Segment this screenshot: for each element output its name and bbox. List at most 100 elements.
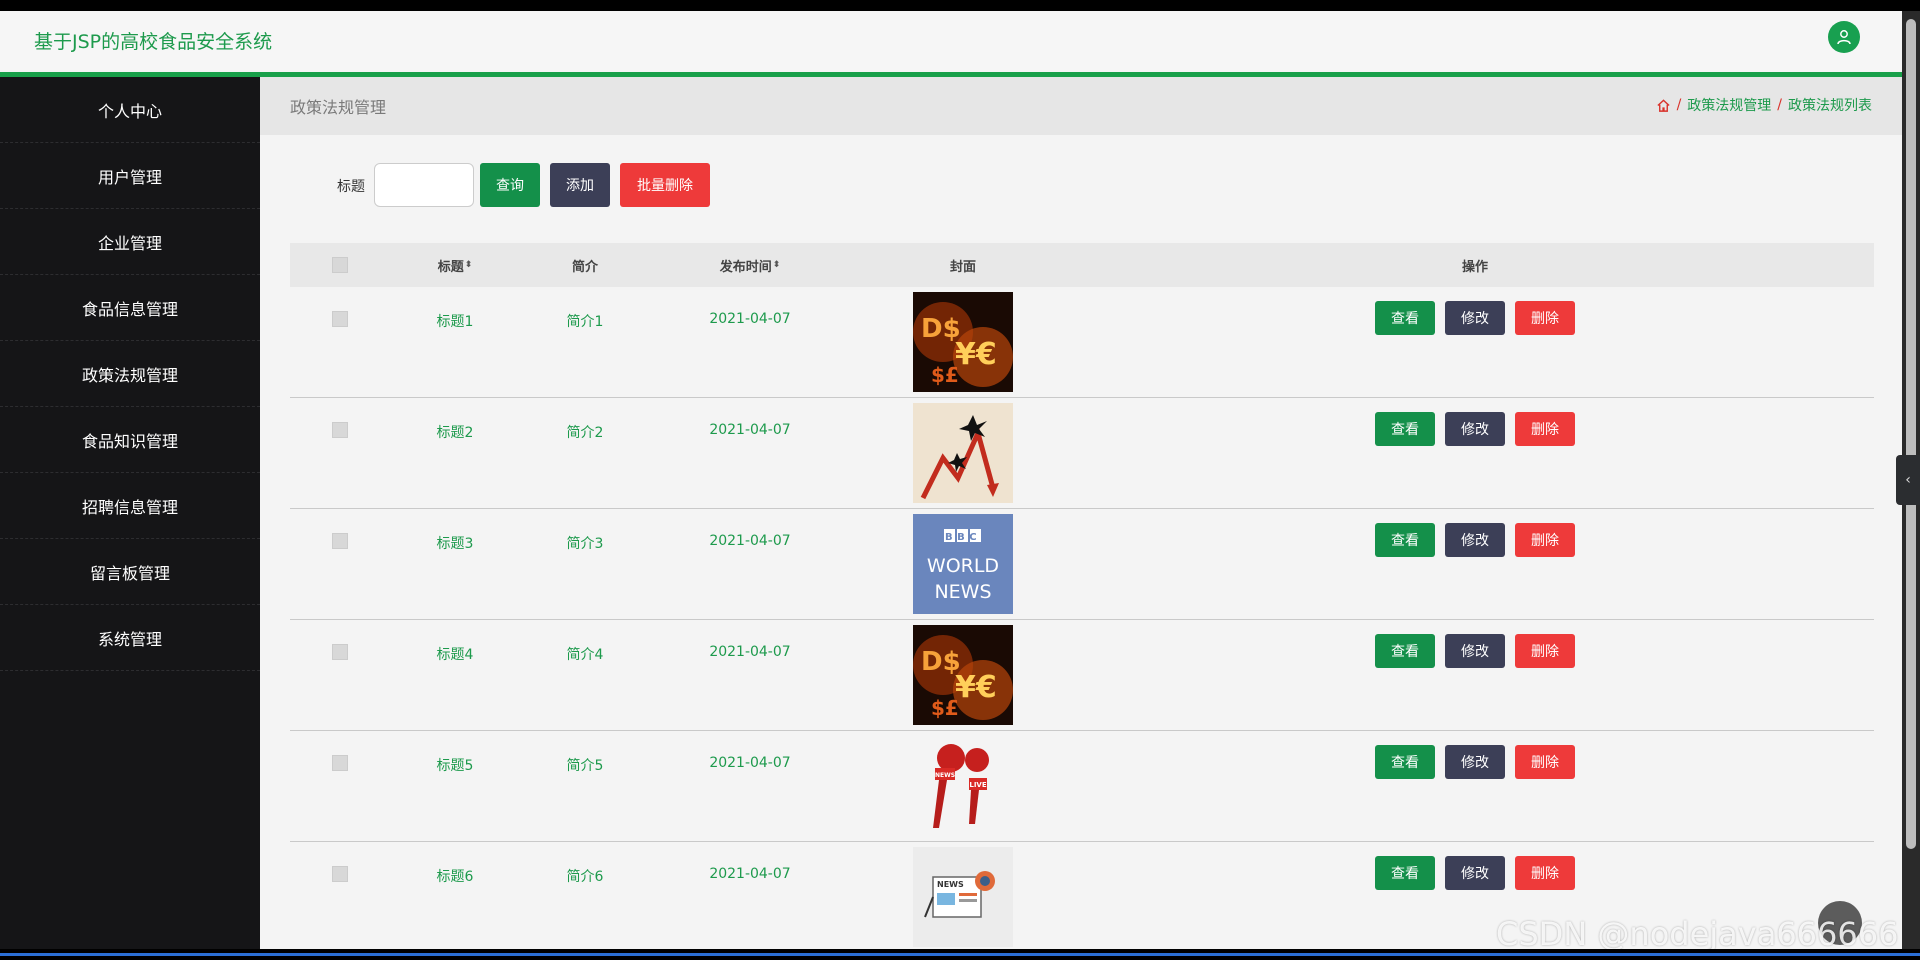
row-intro: 简介3 xyxy=(566,536,604,552)
view-button[interactable]: 查看 xyxy=(1375,856,1435,890)
edit-button[interactable]: 修改 xyxy=(1445,634,1505,668)
table-row: 标题1 简介1 2021-04-07 D$ ¥€ $£ 查看 修改 删除 xyxy=(290,287,1874,398)
sidebar-item-label: 企业管理 xyxy=(97,233,162,253)
edit-button[interactable]: 修改 xyxy=(1445,523,1505,557)
breadcrumb-separator: / xyxy=(1676,97,1682,113)
edit-button[interactable]: 修改 xyxy=(1445,301,1505,335)
row-checkbox[interactable] xyxy=(332,755,348,771)
sidebar: 个人中心 用户管理 企业管理 食品信息管理 政策法规管理 食品知识管理 招聘信息… xyxy=(0,77,260,949)
table-row: 标题3 简介3 2021-04-07 BBC WORLD NEWS 查看 修改 … xyxy=(290,509,1874,620)
news-paper-cover-image[interactable]: NEWS xyxy=(913,847,1013,947)
policy-table: 标题 ⬍ 简介 发布时间 ⬍ 封面 操作 标题1 简介1 2021-04-07 D$ xyxy=(290,243,1874,949)
breadcrumb-policy-management[interactable]: 政策法规管理 xyxy=(1687,95,1771,115)
row-intro: 简介1 xyxy=(566,314,604,330)
row-checkbox[interactable] xyxy=(332,311,348,327)
row-intro: 简介5 xyxy=(566,758,604,774)
sidebar-item-user-management[interactable]: 用户管理 xyxy=(0,143,260,209)
main-content: 政策法规管理 / 政策法规管理 / 政策法规列表 标题 查询 添加 批量删除 标… xyxy=(260,77,1902,949)
breadcrumb-separator: / xyxy=(1777,97,1782,113)
scrollbar-thumb[interactable] xyxy=(1906,19,1916,849)
chevron-left-icon[interactable]: ‹ xyxy=(1896,455,1920,505)
sort-icon: ⬍ xyxy=(772,260,781,270)
search-title-input[interactable] xyxy=(374,163,474,207)
row-date: 2021-04-07 xyxy=(709,644,791,660)
edit-button[interactable]: 修改 xyxy=(1445,856,1505,890)
row-checkbox[interactable] xyxy=(332,644,348,660)
row-title: 标题2 xyxy=(436,425,474,441)
row-checkbox[interactable] xyxy=(332,533,348,549)
svg-text:BBC: BBC xyxy=(945,532,981,543)
row-date: 2021-04-07 xyxy=(709,422,791,438)
view-button[interactable]: 查看 xyxy=(1375,301,1435,335)
bbc-world-news-cover-image[interactable]: BBC WORLD NEWS xyxy=(913,514,1013,614)
delete-button[interactable]: 删除 xyxy=(1515,634,1575,668)
bulk-delete-button[interactable]: 批量删除 xyxy=(620,163,710,207)
svg-text:$£: $£ xyxy=(931,363,959,387)
app-title: 基于JSP的高校食品安全系统 xyxy=(34,31,273,53)
table-header: 标题 ⬍ 简介 发布时间 ⬍ 封面 操作 xyxy=(290,243,1874,287)
app-window: 基于JSP的高校食品安全系统 个人中心 用户管理 企业管理 食品信息管理 政策法… xyxy=(0,11,1902,949)
news-microphones-cover-image[interactable]: NEWS LIVE xyxy=(913,736,1013,836)
user-avatar-button[interactable] xyxy=(1828,21,1860,53)
header-title[interactable]: 标题 ⬍ xyxy=(390,243,520,287)
row-date: 2021-04-07 xyxy=(709,533,791,549)
view-button[interactable]: 查看 xyxy=(1375,745,1435,779)
row-checkbox[interactable] xyxy=(332,866,348,882)
row-title: 标题3 xyxy=(436,536,474,552)
select-all-checkbox[interactable] xyxy=(332,257,348,273)
breadcrumb-policy-list[interactable]: 政策法规列表 xyxy=(1788,95,1872,115)
delete-button[interactable]: 删除 xyxy=(1515,745,1575,779)
sidebar-item-personal-center[interactable]: 个人中心 xyxy=(0,77,260,143)
sidebar-item-policy-management[interactable]: 政策法规管理 xyxy=(0,341,260,407)
user-icon xyxy=(1837,30,1851,45)
sidebar-item-system-management[interactable]: 系统管理 xyxy=(0,605,260,671)
row-intro: 简介6 xyxy=(566,869,604,885)
row-intro: 简介2 xyxy=(566,425,604,441)
row-title: 标题1 xyxy=(436,314,474,330)
header-ops: 操作 xyxy=(1461,259,1488,275)
edit-button[interactable]: 修改 xyxy=(1445,412,1505,446)
row-title: 标题6 xyxy=(436,869,474,885)
svg-text:$£: $£ xyxy=(931,696,959,720)
search-title-label: 标题 xyxy=(337,179,365,195)
money-fire-cover-image[interactable]: D$ ¥€ $£ xyxy=(913,625,1013,725)
stock-crash-cover-image[interactable] xyxy=(913,403,1013,503)
delete-button[interactable]: 删除 xyxy=(1515,301,1575,335)
sidebar-item-label: 用户管理 xyxy=(97,167,162,187)
row-checkbox[interactable] xyxy=(332,422,348,438)
home-icon[interactable] xyxy=(1656,98,1671,113)
money-fire-cover-image[interactable]: D$ ¥€ $£ xyxy=(913,292,1013,392)
add-button[interactable]: 添加 xyxy=(550,163,610,207)
svg-text:WORLD: WORLD xyxy=(927,555,999,577)
sidebar-item-label: 政策法规管理 xyxy=(81,365,178,385)
sidebar-item-food-knowledge-management[interactable]: 食品知识管理 xyxy=(0,407,260,473)
edit-button[interactable]: 修改 xyxy=(1445,745,1505,779)
delete-button[interactable]: 删除 xyxy=(1515,523,1575,557)
row-date: 2021-04-07 xyxy=(709,866,791,882)
row-date: 2021-04-07 xyxy=(709,755,791,771)
row-title: 标题4 xyxy=(436,647,474,663)
view-button[interactable]: 查看 xyxy=(1375,523,1435,557)
row-intro: 简介4 xyxy=(566,647,604,663)
delete-button[interactable]: 删除 xyxy=(1515,412,1575,446)
header-cover: 封面 xyxy=(949,259,976,275)
query-button[interactable]: 查询 xyxy=(480,163,540,207)
page-header: 政策法规管理 / 政策法规管理 / 政策法规列表 xyxy=(260,77,1902,135)
delete-button[interactable]: 删除 xyxy=(1515,856,1575,890)
sort-icon: ⬍ xyxy=(464,260,473,270)
row-date: 2021-04-07 xyxy=(709,311,791,327)
sidebar-item-label: 食品知识管理 xyxy=(81,431,178,451)
sidebar-item-label: 招聘信息管理 xyxy=(81,497,178,517)
breadcrumb: / 政策法规管理 / 政策法规列表 xyxy=(1656,95,1872,115)
sidebar-item-company-management[interactable]: 企业管理 xyxy=(0,209,260,275)
taskbar xyxy=(0,949,1920,960)
view-button[interactable]: 查看 xyxy=(1375,412,1435,446)
sidebar-item-message-board-management[interactable]: 留言板管理 xyxy=(0,539,260,605)
view-button[interactable]: 查看 xyxy=(1375,634,1435,668)
top-header: 基于JSP的高校食品安全系统 xyxy=(0,11,1902,77)
sidebar-item-food-info-management[interactable]: 食品信息管理 xyxy=(0,275,260,341)
svg-text:LIVE: LIVE xyxy=(969,781,986,789)
header-date[interactable]: 发布时间 ⬍ xyxy=(650,243,850,287)
row-title: 标题5 xyxy=(436,758,474,774)
sidebar-item-recruitment-management[interactable]: 招聘信息管理 xyxy=(0,473,260,539)
